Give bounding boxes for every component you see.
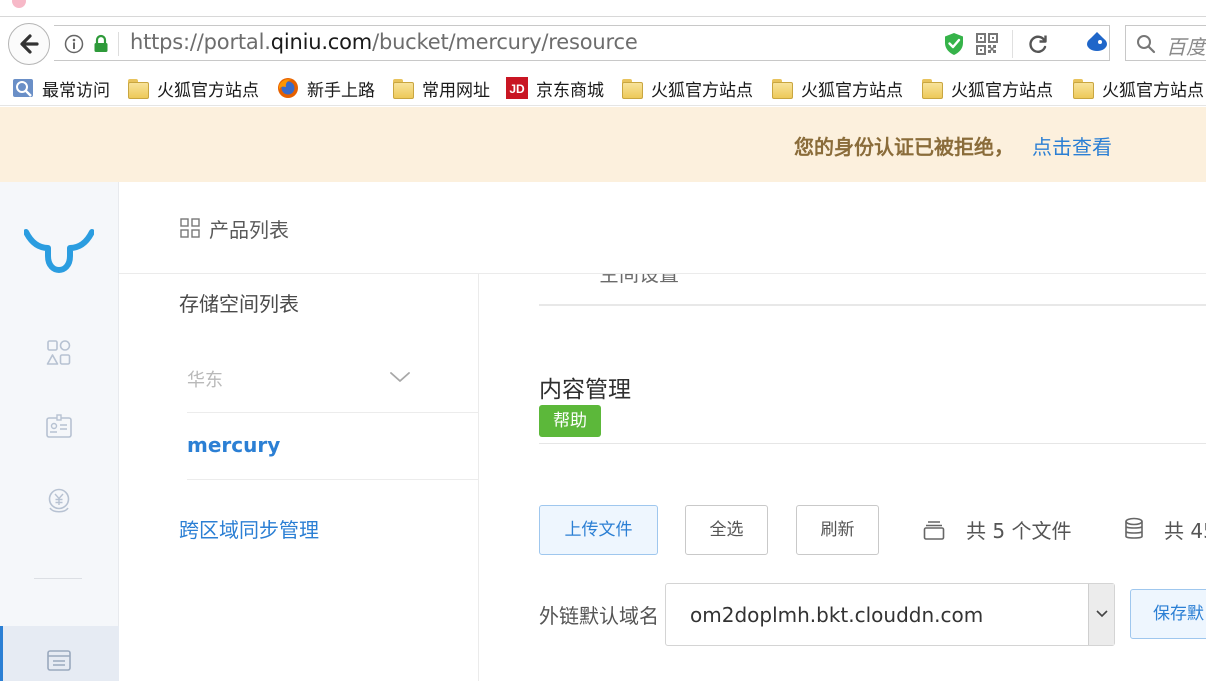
rail-divider — [34, 578, 82, 579]
default-domain-label: 外链默认域名 — [539, 604, 659, 628]
bucket-list-title[interactable]: 存储空间列表 — [179, 288, 299, 317]
dropdown-caret[interactable] — [1088, 584, 1114, 645]
bookmark-label: 京东商城 — [536, 80, 604, 101]
app-topbar: 产品列表 — [119, 182, 1206, 274]
help-badge[interactable]: 帮助 — [539, 405, 601, 437]
bookmark-folder-firefox-4[interactable]: 火狐官方站点 — [921, 75, 1053, 101]
url-text[interactable]: https://portal.qiniu.com/bucket/mercury/… — [130, 30, 638, 54]
jd-icon: JD — [506, 77, 528, 99]
extension-icon[interactable] — [1082, 29, 1112, 55]
svg-text:JD: JD — [509, 82, 525, 96]
firefox-icon — [278, 78, 298, 98]
bookmarks-toolbar: 最常访问 火狐官方站点 新手上路 常用网址 JD 京东商城 火狐官方站点 火狐官… — [0, 70, 1206, 106]
id-card-icon[interactable] — [44, 412, 74, 442]
divider — [539, 443, 1206, 444]
notice-text: 您的身份认证已被拒绝， — [794, 135, 1014, 159]
bookmark-label: 火狐官方站点 — [157, 80, 259, 101]
search-placeholder: 百度 — [1166, 35, 1206, 59]
billing-icon[interactable] — [44, 486, 74, 516]
content-main: 空间设置 内容管理 帮助 上传文件 全选 刷新 共 5 个文件 共 45 外链默… — [479, 274, 1206, 681]
space-settings-heading: 空间设置 — [599, 274, 679, 286]
folder-icon — [127, 77, 149, 99]
tab-favicon-icon — [12, 0, 26, 8]
save-default-domain-button[interactable]: 保存默 — [1130, 589, 1206, 639]
url-separator — [118, 32, 119, 56]
search-box[interactable]: 百度 — [1125, 25, 1206, 61]
folder-icon — [392, 77, 414, 99]
bookmark-folder-firefox-2[interactable]: 火狐官方站点 — [621, 75, 753, 101]
bookmark-jd[interactable]: JD 京东商城 — [506, 75, 604, 101]
rail-item-storage[interactable] — [0, 626, 119, 681]
bookmark-getting-started[interactable]: 新手上路 — [277, 75, 375, 101]
url-path: /bucket/mercury/resource — [372, 30, 638, 54]
qiniu-logo-icon[interactable] — [24, 226, 94, 274]
default-domain-select[interactable]: om2doplmh.bkt.clouddn.com — [665, 583, 1115, 646]
bookmark-folder-firefox-1[interactable]: 火狐官方站点 — [127, 75, 259, 101]
bookmark-label: 常用网址 — [422, 80, 490, 101]
url-host: qiniu.com — [270, 30, 373, 54]
storage-icon — [47, 650, 71, 671]
folder-icon — [1072, 77, 1094, 99]
search-icon — [1137, 35, 1156, 54]
chevron-down-icon[interactable] — [389, 368, 411, 386]
shield-icon[interactable] — [943, 32, 965, 56]
bookmark-folder-common[interactable]: 常用网址 — [392, 75, 490, 101]
bookmark-label: 火狐官方站点 — [801, 80, 903, 101]
divider — [187, 479, 479, 480]
bookmark-folder-firefox-5[interactable]: 火狐官方站点 — [1072, 75, 1204, 101]
bookmark-label: 新手上路 — [307, 80, 375, 101]
identity-notice-banner: 您的身份认证已被拒绝， 点击查看 — [0, 107, 1206, 182]
browser-titlebar — [0, 0, 1206, 17]
folder-icon — [621, 77, 643, 99]
url-scheme: https://portal. — [130, 30, 271, 54]
region-select[interactable]: 华东 — [187, 366, 223, 392]
folder-icon — [771, 77, 793, 99]
back-button[interactable] — [8, 23, 50, 65]
chevron-down-icon — [1096, 610, 1108, 618]
bookmark-label: 火狐官方站点 — [951, 80, 1053, 101]
bookmark-label: 火狐官方站点 — [1102, 80, 1204, 101]
browser-navbar: https://portal.qiniu.com/bucket/mercury/… — [0, 17, 1206, 70]
upload-file-button[interactable]: 上传文件 — [539, 505, 658, 555]
bucket-sidebar: 存储空间列表 华东 mercury 跨区域同步管理 — [119, 274, 479, 681]
select-all-button[interactable]: 全选 — [685, 505, 768, 555]
file-count: 共 5 个文件 — [966, 519, 1072, 543]
files-stack-icon — [923, 521, 945, 540]
bookmark-label: 最常访问 — [42, 80, 110, 101]
divider — [187, 412, 479, 413]
url-bar[interactable]: https://portal.qiniu.com/bucket/mercury/… — [54, 25, 1110, 61]
folder-icon — [921, 77, 943, 99]
info-icon[interactable] — [64, 34, 84, 54]
products-icon[interactable] — [44, 338, 74, 368]
domain-value: om2doplmh.bkt.clouddn.com — [690, 603, 984, 627]
bucket-item-mercury[interactable]: mercury — [187, 433, 280, 457]
reload-icon[interactable] — [1026, 32, 1050, 56]
storage-usage: 共 45 — [1164, 519, 1206, 543]
database-icon — [1125, 517, 1143, 539]
refresh-button[interactable]: 刷新 — [796, 505, 879, 555]
grid-icon[interactable] — [180, 218, 200, 238]
qr-code-icon[interactable] — [976, 33, 998, 55]
product-list-link[interactable]: 产品列表 — [209, 214, 289, 243]
most-visited-icon — [13, 79, 33, 97]
left-rail — [0, 182, 119, 681]
url-separator-2 — [1012, 30, 1013, 58]
bookmark-most-visited[interactable]: 最常访问 — [12, 75, 110, 101]
divider — [539, 304, 1206, 306]
bookmark-label: 火狐官方站点 — [651, 80, 753, 101]
lock-icon[interactable] — [92, 34, 110, 54]
cross-region-sync-link[interactable]: 跨区域同步管理 — [179, 514, 319, 543]
notice-view-link[interactable]: 点击查看 — [1032, 131, 1112, 160]
section-title: 内容管理 — [539, 377, 631, 403]
back-arrow-icon — [20, 34, 39, 54]
bookmark-folder-firefox-3[interactable]: 火狐官方站点 — [771, 75, 903, 101]
